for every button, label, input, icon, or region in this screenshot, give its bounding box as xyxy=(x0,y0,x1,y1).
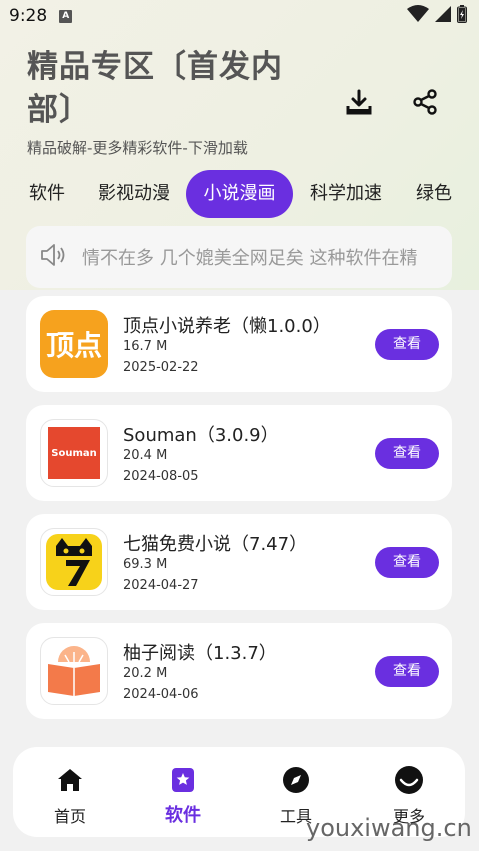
app-name: 柚子阅读（1.3.7） xyxy=(123,643,277,664)
battery-icon xyxy=(457,5,467,27)
app-icon-qimao: 7 xyxy=(40,528,108,596)
compass-icon xyxy=(281,765,311,795)
view-button[interactable]: 查看 xyxy=(375,329,439,360)
view-button[interactable]: 查看 xyxy=(375,547,439,578)
page-title-line1: 精品专区〔首发内 xyxy=(27,49,283,85)
smiley-icon xyxy=(394,765,424,795)
download-tray-icon[interactable] xyxy=(343,86,375,118)
nav-label: 软件 xyxy=(165,805,201,826)
tab-novel-comic[interactable]: 小说漫画 xyxy=(186,170,293,218)
app-card[interactable]: 7 七猫免费小说（7.47） 69.3 M 2024-04-27 查看 xyxy=(26,514,452,610)
view-button[interactable]: 查看 xyxy=(375,438,439,469)
notice-text: 情不在多 几个媲美全网足矣 这种软件在精 xyxy=(82,248,418,269)
app-name: 七猫免费小说（7.47） xyxy=(123,534,308,555)
share-icon[interactable] xyxy=(409,86,441,118)
app-card[interactable]: 柚子阅读（1.3.7） 20.2 M 2024-04-06 查看 xyxy=(26,623,452,719)
tab-video-anime[interactable]: 影视动漫 xyxy=(96,170,172,218)
star-bookmark-icon xyxy=(168,765,198,795)
speaker-icon xyxy=(40,242,68,272)
app-date: 2024-08-05 xyxy=(123,469,199,484)
view-button[interactable]: 查看 xyxy=(375,656,439,687)
app-card[interactable]: 顶点 顶点小说养老（懒1.0.0） 16.7 M 2025-02-22 查看 xyxy=(26,296,452,392)
app-date: 2024-04-27 xyxy=(123,578,199,593)
app-size: 69.3 M xyxy=(123,557,168,572)
nav-label: 首页 xyxy=(53,807,86,826)
tab-green[interactable]: 绿色 xyxy=(414,170,454,218)
page-title: 精品专区〔首发内 部〕 xyxy=(27,46,307,132)
tab-vpn-acceleration[interactable]: 科学加速 xyxy=(308,170,384,218)
watermark: youxiwang.cn xyxy=(306,814,472,842)
home-icon xyxy=(55,765,85,795)
page-title-line2: 部〕 xyxy=(27,92,91,128)
app-icon-text: Souman xyxy=(51,447,97,459)
tab-software[interactable]: 软件 xyxy=(27,170,67,218)
app-size: 16.7 M xyxy=(123,339,168,354)
app-name: 顶点小说养老（懒1.0.0） xyxy=(123,316,331,337)
signal-icon xyxy=(435,5,451,27)
wifi-icon xyxy=(407,5,429,27)
status-time: 9:28 xyxy=(9,6,48,26)
nav-software[interactable]: 软件 xyxy=(148,765,218,829)
app-name: Souman（3.0.9） xyxy=(123,425,279,446)
notice-bar[interactable]: 情不在多 几个媲美全网足矣 这种软件在精 xyxy=(26,226,452,288)
app-icon-souman: Souman xyxy=(40,419,108,487)
status-bar: 9:28 A xyxy=(0,0,479,32)
app-size: 20.4 M xyxy=(123,448,168,463)
app-icon-dingdian: 顶点 xyxy=(40,310,108,378)
app-card[interactable]: Souman Souman（3.0.9） 20.4 M 2024-08-05 查… xyxy=(26,405,452,501)
page-subtitle: 精品破解-更多精彩软件-下滑加载 xyxy=(27,139,248,157)
app-icon-youzi xyxy=(40,637,108,705)
notification-icon: A xyxy=(59,9,73,23)
category-tabs: 软件 影视动漫 小说漫画 科学加速 绿色 xyxy=(0,170,479,220)
app-date: 2025-02-22 xyxy=(123,360,199,375)
app-icon-text: 顶点 xyxy=(45,329,102,362)
nav-home[interactable]: 首页 xyxy=(35,765,105,829)
app-date: 2024-04-06 xyxy=(123,687,199,702)
app-size: 20.2 M xyxy=(123,666,168,681)
